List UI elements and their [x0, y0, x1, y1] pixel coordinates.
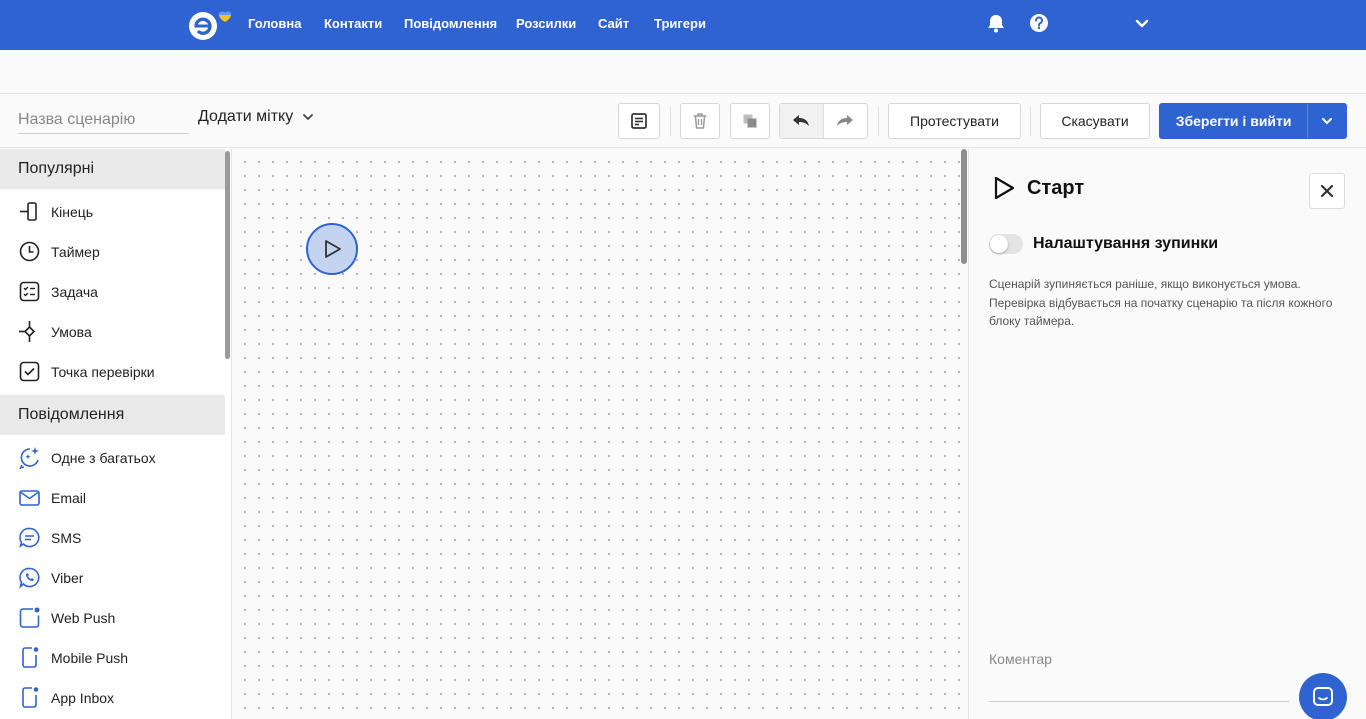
save-and-exit-group: Зберегти і вийти: [1159, 103, 1347, 139]
logo-icon[interactable]: [186, 8, 234, 42]
redo-button[interactable]: [824, 104, 868, 138]
close-button[interactable]: [1309, 173, 1345, 209]
block-one-of-many[interactable]: Одне з багатьох: [18, 446, 156, 469]
comment-field[interactable]: [989, 701, 1289, 702]
sms-icon: [19, 527, 40, 548]
nav-contacts[interactable]: Контакти: [324, 16, 382, 31]
copy-button[interactable]: [730, 103, 770, 139]
end-icon: [20, 202, 37, 221]
chevron-down-icon[interactable]: [1131, 12, 1153, 34]
toolbar-divider: [1030, 106, 1031, 136]
block-label: App Inbox: [51, 689, 115, 706]
notes-button[interactable]: [618, 103, 660, 139]
sparkle-chat-icon: [19, 447, 39, 469]
block-condition[interactable]: Умова: [18, 320, 92, 343]
top-navbar: Головна Контакти Повідомлення Розсилки С…: [0, 0, 1366, 50]
block-label: Viber: [51, 569, 84, 586]
editor-toolbar: Додати мітку: [0, 94, 1366, 148]
task-icon: [19, 281, 40, 302]
chevron-down-icon: [1322, 118, 1333, 125]
close-icon: [1320, 184, 1334, 198]
block-label: Таймер: [51, 243, 100, 260]
block-label: Web Push: [51, 609, 116, 626]
panel-header: Старт: [991, 175, 1084, 201]
web-push-icon: [19, 607, 40, 628]
toolbar-divider: [878, 106, 879, 136]
nav-campaigns[interactable]: Розсилки: [516, 16, 576, 31]
undo-button[interactable]: [780, 104, 824, 138]
help-icon[interactable]: [1028, 12, 1050, 34]
nav-triggers[interactable]: Тригери: [654, 16, 706, 31]
block-app-inbox[interactable]: App Inbox: [18, 686, 114, 709]
chevron-down-icon: [303, 114, 314, 121]
play-icon: [994, 176, 1015, 200]
app-inbox-icon: [22, 687, 39, 708]
block-end[interactable]: Кінець: [18, 200, 93, 223]
panel-title: Старт: [1027, 176, 1085, 199]
undo-redo-group: [779, 103, 868, 139]
block-mobile-push[interactable]: Mobile Push: [18, 646, 128, 669]
play-icon: [325, 240, 341, 258]
chat-icon: [1313, 687, 1333, 706]
bell-icon[interactable]: [985, 12, 1007, 34]
stop-settings-toggle[interactable]: [989, 234, 1023, 254]
block-checkpoint[interactable]: Точка перевірки: [18, 360, 155, 383]
block-web-push[interactable]: Web Push: [18, 606, 115, 629]
save-options-button[interactable]: [1308, 104, 1346, 138]
sidebar-scrollbar[interactable]: [225, 151, 230, 359]
redo-icon: [837, 115, 854, 126]
condition-icon: [19, 321, 36, 342]
stop-settings-label: Налаштування зупинки: [1033, 235, 1219, 252]
cancel-button[interactable]: Скасувати: [1040, 103, 1150, 139]
toggle-knob: [990, 235, 1008, 253]
block-label: Задача: [51, 283, 98, 300]
canvas-scrollbar[interactable]: [961, 149, 967, 264]
add-tag-label: Додати мітку: [198, 108, 294, 125]
delete-button[interactable]: [680, 103, 720, 139]
block-label: Mobile Push: [51, 649, 129, 666]
scenario-name-input[interactable]: [18, 106, 189, 134]
sub-header-bar: [0, 50, 1366, 94]
scenario-canvas[interactable]: [232, 149, 968, 719]
add-tag-dropdown[interactable]: Додати мітку: [198, 108, 315, 126]
test-button[interactable]: Протестувати: [888, 103, 1021, 139]
undo-icon: [793, 115, 810, 126]
save-and-exit-button[interactable]: Зберегти і вийти: [1160, 113, 1307, 129]
email-icon: [19, 490, 40, 506]
copy-icon: [743, 114, 757, 128]
block-label: Точка перевірки: [51, 363, 155, 380]
section-messages-title: Повідомлення: [0, 395, 225, 435]
settings-panel: Старт Налаштування зупинки Сценарій зупи…: [968, 149, 1366, 719]
nav-messages[interactable]: Повідомлення: [404, 16, 497, 31]
nav-home[interactable]: Головна: [248, 16, 301, 31]
trash-icon: [694, 113, 706, 129]
toolbar-divider: [670, 106, 671, 136]
blocks-sidebar: Популярні Кінець Таймер Задача Умова Точ…: [0, 149, 232, 719]
timer-icon: [19, 241, 40, 262]
nav-site[interactable]: Сайт: [598, 16, 629, 31]
section-popular-title: Популярні: [0, 149, 225, 189]
block-label: Email: [51, 489, 87, 506]
stop-settings-description: Сценарій зупиняється раніше, якщо викону…: [989, 277, 1333, 328]
support-chat-button[interactable]: [1299, 673, 1347, 719]
start-node[interactable]: [306, 223, 358, 275]
mobile-push-icon: [22, 647, 39, 668]
checkpoint-icon: [19, 361, 40, 382]
block-task[interactable]: Задача: [18, 280, 98, 303]
block-email[interactable]: Email: [18, 486, 86, 509]
block-label: Кінець: [51, 203, 94, 220]
notes-icon: [631, 113, 647, 129]
block-label: Умова: [51, 323, 92, 340]
block-sms[interactable]: SMS: [18, 526, 81, 549]
block-viber[interactable]: Viber: [18, 566, 83, 589]
block-label: Одне з багатьох: [51, 449, 156, 466]
block-timer[interactable]: Таймер: [18, 240, 100, 263]
comment-label: Коментар: [989, 651, 1052, 667]
block-label: SMS: [51, 529, 82, 546]
viber-icon: [19, 567, 40, 589]
